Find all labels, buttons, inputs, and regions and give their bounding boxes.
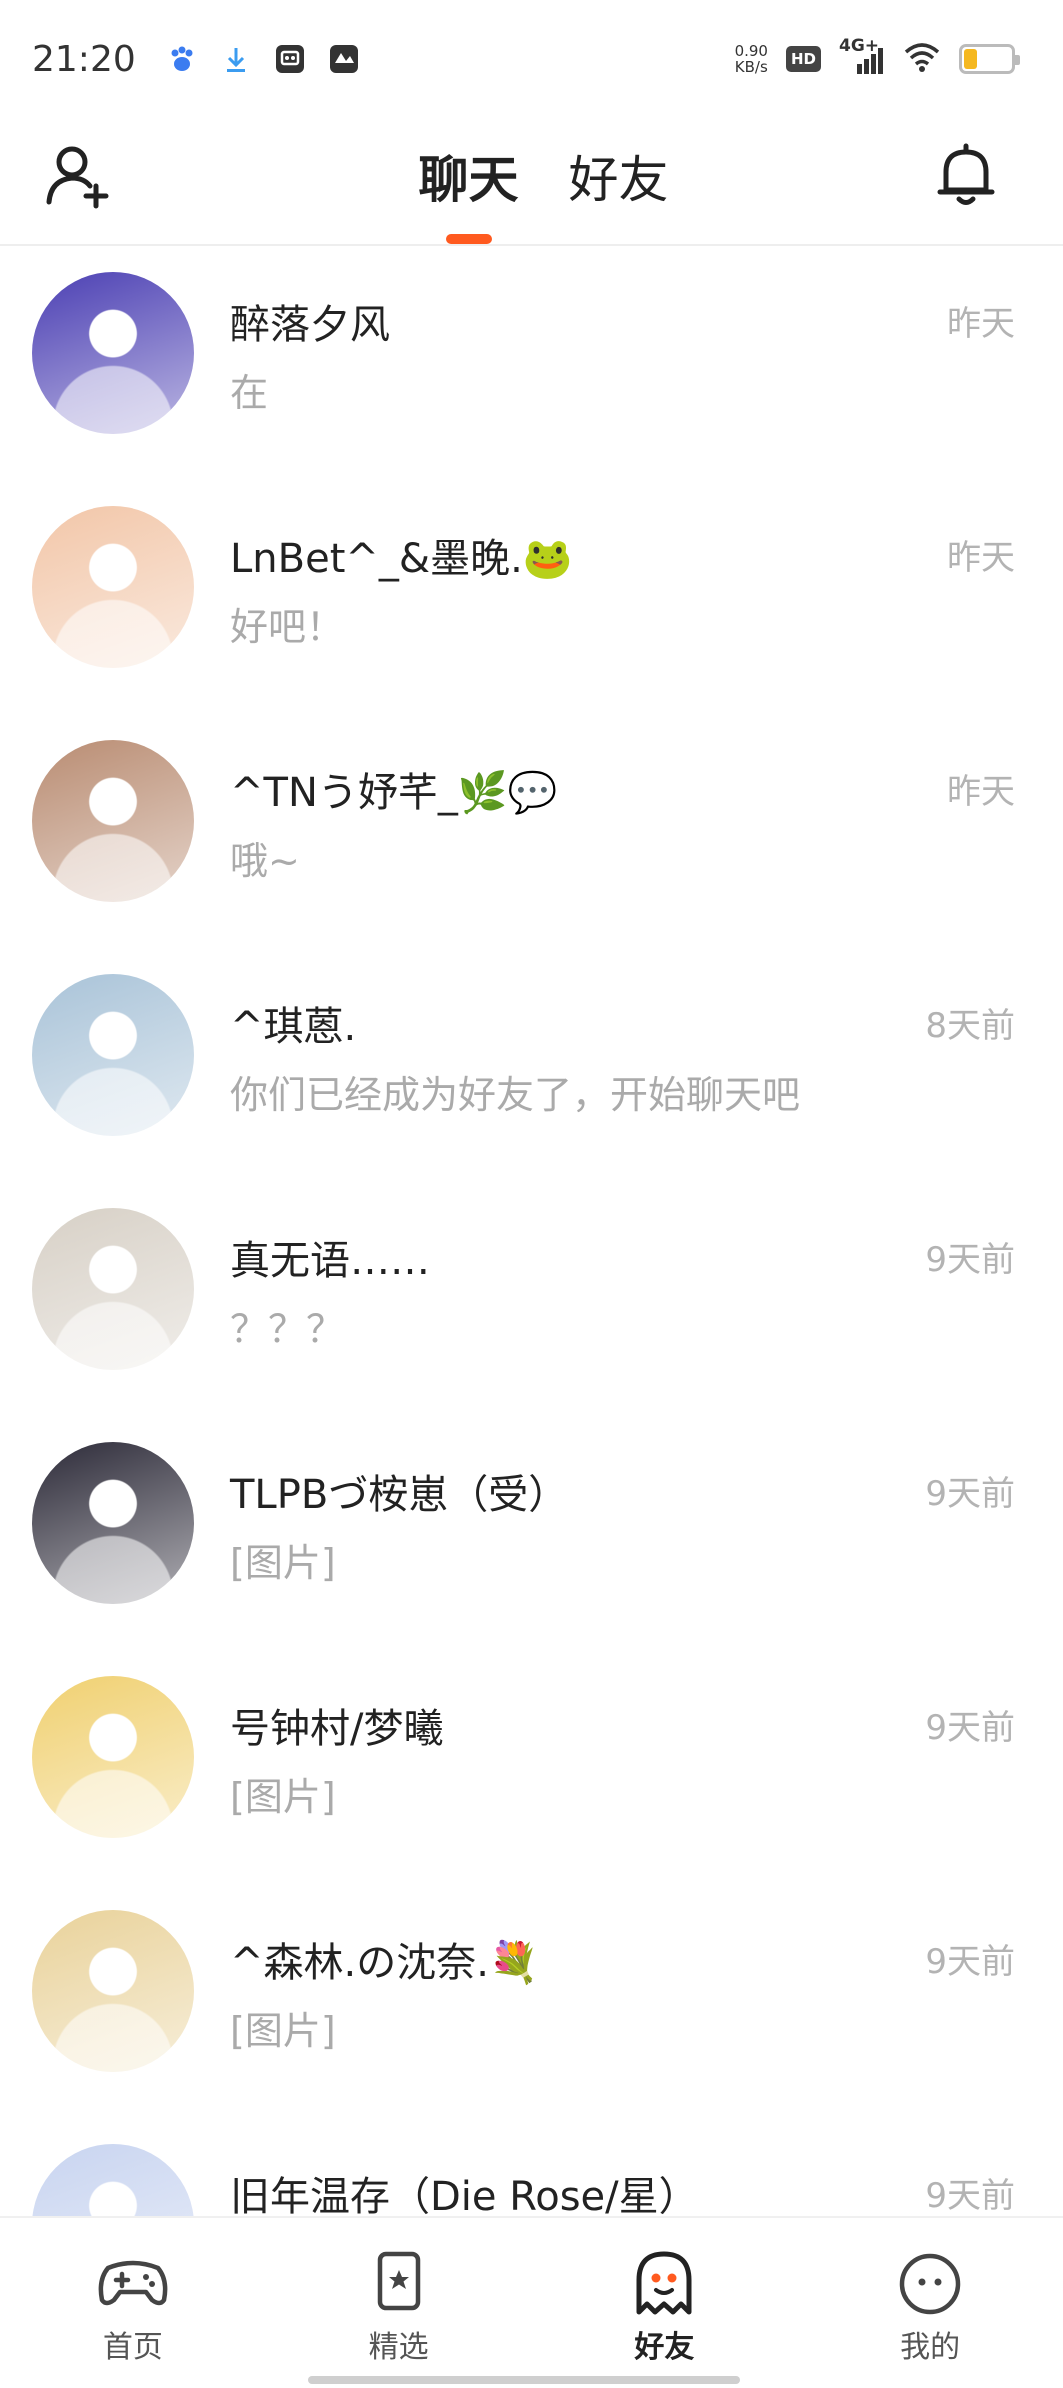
chat-row[interactable]: ^琪蒽. 你们已经成为好友了，开始聊天吧 8天前 [0,948,1063,1182]
nav-friends-label: 好友 [630,2322,699,2372]
download-icon [220,43,252,75]
nav-featured[interactable]: 精选 [266,2218,532,2388]
battery-level [964,49,977,69]
bell-icon[interactable] [930,138,1002,210]
app-icon-2 [328,43,360,75]
nav-friends-text: 好友 [634,2330,695,2365]
status-right: 0.90 KB/s HD 4G+ [735,36,1020,76]
chat-name: 醉落夕风 [230,302,390,348]
chat-time: 9天前 [925,1240,1015,1280]
chat-preview: 好吧！ [230,605,345,649]
wifi-icon [903,42,941,76]
chat-row[interactable]: 旧年温存（Die Rose/星） 9天前 [0,2118,1063,2216]
chat-preview: [图片] [230,2009,336,2053]
avatar[interactable] [32,1910,194,2072]
nav-home-label: 首页 [102,2330,163,2365]
status-bar: 21:20 0.90 KB/s HD 4G+ [0,0,1063,118]
top-header: 聊天 好友 [0,118,1063,246]
avatar[interactable] [32,974,194,1136]
nav-friends[interactable]: 好友 [532,2218,798,2388]
app-root: 21:20 0.90 KB/s HD 4G+ 聊天 好友 醉落夕风 在 昨天 L… [0,0,1063,2388]
chat-time: 8天前 [925,1006,1015,1046]
avatar[interactable] [32,506,194,668]
header-tabs: 聊天 好友 [0,118,1063,246]
chat-time: 9天前 [925,1474,1015,1514]
hd-badge: HD [785,46,821,72]
chat-time: 9天前 [925,2176,1015,2216]
tab-chat[interactable]: 聊天 [419,118,519,246]
avatar[interactable] [32,272,194,434]
chat-preview: [图片] [230,1775,336,1819]
chat-name: TLPBづ桉崽（受） [230,1472,569,1518]
ghost-icon [625,2246,703,2318]
chat-time: 昨天 [947,538,1015,578]
status-time: 21:20 [32,38,136,80]
chat-row[interactable]: 真无语…… ？？？ 9天前 [0,1182,1063,1416]
chat-name: 真无语…… [230,1238,430,1284]
chat-time: 9天前 [925,1942,1015,1982]
bookmark-star-icon [360,2246,438,2318]
tab-friends-label: 好友 [568,151,669,209]
chat-time: 昨天 [947,304,1015,344]
chat-preview: ？？？ [230,1307,345,1351]
chat-name: ^森林.の沈奈.💐 [230,1940,539,1986]
avatar[interactable] [32,1208,194,1370]
status-left: 21:20 [32,39,360,80]
nav-me-label: 我的 [900,2330,961,2365]
app-icon [274,43,306,75]
chat-row[interactable]: TLPBづ桉崽（受） [图片] 9天前 [0,1416,1063,1650]
gamepad-icon [94,2246,172,2318]
avatar[interactable] [32,1442,194,1604]
chat-name: 号钟村/梦曦 [230,1706,444,1752]
avatar[interactable] [32,2144,194,2216]
chat-name: ^琪蒽. [230,1004,357,1050]
battery-icon [959,44,1020,74]
net-speed: 0.90 KB/s [735,43,768,75]
chat-row[interactable]: 号钟村/梦曦 [图片] 9天前 [0,1650,1063,1884]
chat-row[interactable]: ^TNう妤芊_🌿💬 哦~ 昨天 [0,714,1063,948]
chat-row[interactable]: ^森林.の沈奈.💐 [图片] 9天前 [0,1884,1063,2118]
chat-row[interactable]: LnBet^_&墨晚.🐸 好吧！ 昨天 [0,480,1063,714]
nav-featured-label: 精选 [368,2330,429,2365]
nav-me[interactable]: 我的 [797,2218,1063,2388]
tab-chat-label: 聊天 [418,151,519,209]
bottom-nav: 首页 精选 好友 我的 [0,2216,1063,2388]
chat-name: ^TNう妤芊_🌿💬 [230,770,558,816]
net-speed-unit: KB/s [734,58,768,76]
chat-preview: 哦~ [230,839,300,883]
tab-friends[interactable]: 好友 [569,118,669,246]
chat-row[interactable]: 醉落夕风在 昨天 [0,246,1063,480]
chat-name: LnBet^_&墨晚.🐸 [230,536,573,582]
baidu-paw-icon [166,43,198,75]
signal-icon: 4G+ [839,36,885,76]
chat-preview: [图片] [230,1541,336,1585]
nav-home[interactable]: 首页 [0,2218,266,2388]
face-icon [891,2246,969,2318]
chat-time: 9天前 [925,1708,1015,1748]
chat-time: 昨天 [947,772,1015,812]
avatar[interactable] [32,1676,194,1838]
chat-name: 旧年温存（Die Rose/星） [230,2174,699,2216]
chat-preview: 你们已经成为好友了，开始聊天吧 [230,1073,801,1117]
active-tab-indicator [445,234,492,244]
chat-list: 醉落夕风在昨天 LnBet^_&墨晚.🐸 好吧！ 昨天 ^TNう妤芊_🌿💬 哦~ 昨天 ^琪蒽… [0,246,1063,2216]
chat-preview: 在 [230,371,269,415]
avatar[interactable] [32,740,194,902]
home-indicator[interactable] [308,2376,740,2384]
net-speed-value: 0.90 [734,42,768,60]
